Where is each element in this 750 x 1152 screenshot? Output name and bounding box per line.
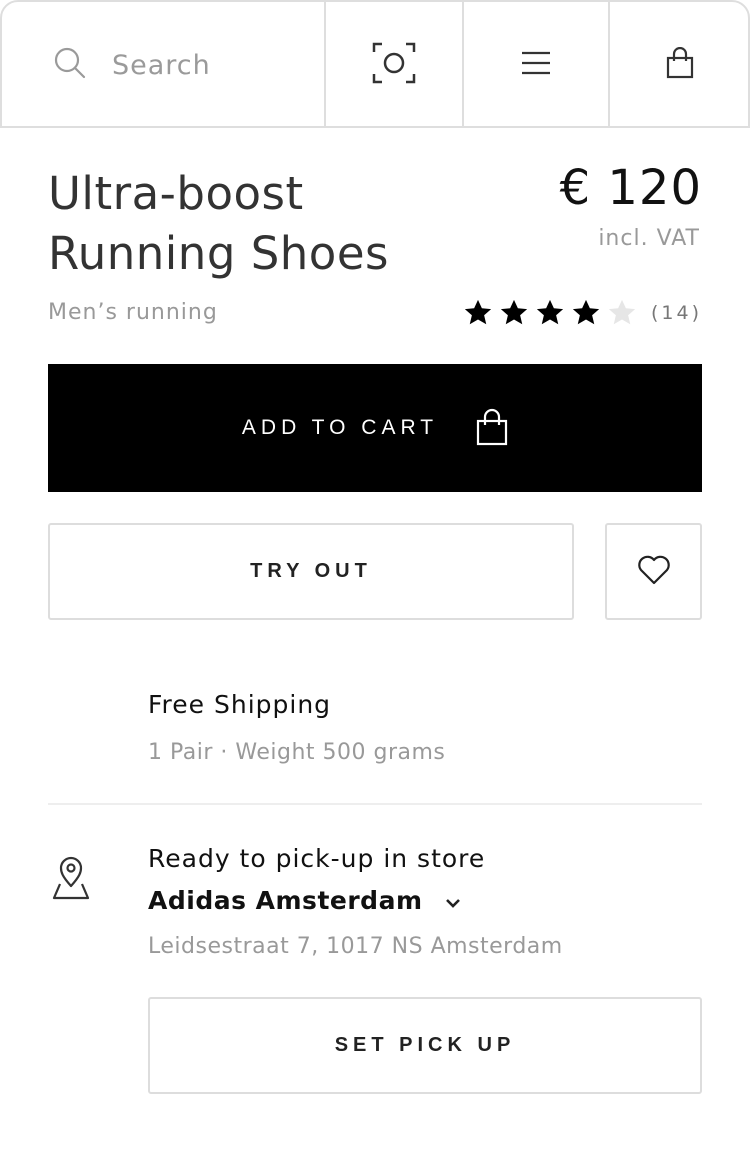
shopping-bag-icon bbox=[666, 46, 694, 83]
product-title-line1: Ultra-boost bbox=[48, 167, 304, 220]
chevron-down-icon bbox=[445, 886, 461, 915]
product-title: Ultra-boost Running Shoes bbox=[48, 164, 468, 284]
search-bar[interactable]: Search bbox=[2, 2, 324, 128]
location-pin-icon bbox=[50, 856, 92, 904]
try-out-label: TRY OUT bbox=[250, 560, 372, 582]
try-out-button[interactable]: TRY OUT bbox=[48, 523, 574, 620]
heart-icon bbox=[637, 555, 671, 588]
top-bar: Search bbox=[0, 0, 750, 128]
set-pick-up-label: SET PICK UP bbox=[334, 1034, 516, 1056]
menu-button[interactable] bbox=[462, 2, 608, 128]
scan-button[interactable] bbox=[324, 2, 462, 128]
product-category: Men’s running bbox=[48, 300, 218, 325]
search-input[interactable]: Search bbox=[112, 50, 211, 81]
star-filled-icon bbox=[464, 299, 492, 325]
divider bbox=[48, 803, 702, 805]
rating[interactable]: (14) bbox=[463, 298, 702, 328]
cart-button[interactable] bbox=[608, 2, 750, 128]
shopping-bag-icon bbox=[476, 408, 508, 449]
shipping-detail: 1 Pair · Weight 500 grams bbox=[148, 740, 446, 765]
menu-icon bbox=[521, 51, 551, 79]
shipping-title: Free Shipping bbox=[148, 690, 332, 719]
store-address: Leidsestraat 7, 1017 NS Amsterdam bbox=[148, 934, 563, 959]
scan-icon bbox=[372, 42, 416, 88]
store-selector[interactable]: Adidas Amsterdam bbox=[148, 886, 461, 915]
store-name: Adidas Amsterdam bbox=[148, 886, 423, 915]
vat-note: incl. VAT bbox=[598, 226, 700, 251]
rating-stars bbox=[463, 298, 643, 328]
favorite-button[interactable] bbox=[605, 523, 702, 620]
product-title-line2: Running Shoes bbox=[48, 227, 389, 280]
pickup-title: Ready to pick-up in store bbox=[148, 844, 486, 873]
add-to-cart-button[interactable]: ADD TO CART bbox=[48, 364, 702, 492]
star-filled-icon bbox=[572, 299, 600, 325]
set-pick-up-button[interactable]: SET PICK UP bbox=[148, 997, 702, 1094]
rating-count: (14) bbox=[650, 302, 702, 324]
star-empty-icon bbox=[608, 299, 636, 325]
star-filled-icon bbox=[500, 299, 528, 325]
search-icon bbox=[54, 47, 86, 83]
product-price: € 120 bbox=[559, 160, 702, 216]
add-to-cart-label: ADD TO CART bbox=[241, 416, 439, 439]
star-filled-icon bbox=[536, 299, 564, 325]
